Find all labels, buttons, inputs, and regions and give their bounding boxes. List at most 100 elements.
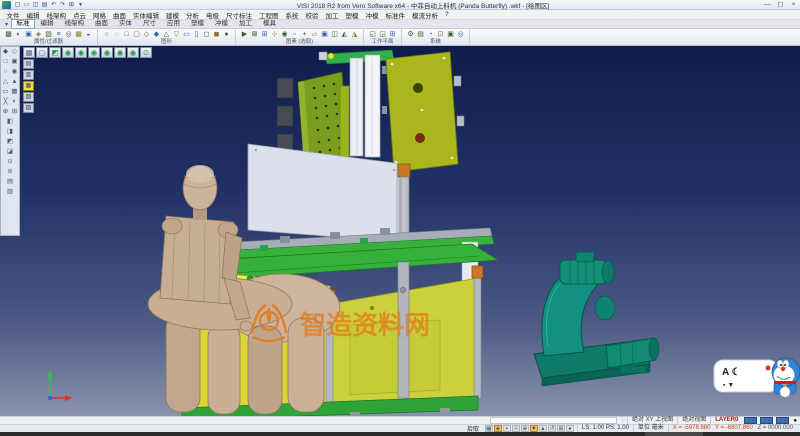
triangle-down-icon[interactable]: ▽	[172, 30, 181, 39]
mesh-icon[interactable]: ▦	[10, 87, 19, 97]
menu-item[interactable]: 校验	[302, 10, 322, 20]
qat-more-icon[interactable]: ▾	[76, 1, 85, 9]
print-icon[interactable]: ▤	[40, 1, 49, 9]
half-up-icon[interactable]: ◭	[340, 30, 349, 39]
half-shade-icon[interactable]: ◐	[10, 97, 19, 107]
layer-color-swatch-3[interactable]	[776, 417, 789, 424]
solid-tri-icon[interactable]: ▲	[10, 77, 19, 87]
view-indicator[interactable]: 绝对视图	[677, 417, 710, 424]
toolbar-tab[interactable]: 应用	[162, 19, 186, 29]
view-plain-button[interactable]: ◻	[36, 47, 48, 58]
undo-icon[interactable]: ↶	[49, 1, 58, 9]
menu-item[interactable]: 加工	[322, 10, 342, 20]
half-down-icon[interactable]: ◮	[350, 30, 359, 39]
snap-center-icon[interactable]: ⊕	[521, 425, 529, 432]
maximize-button[interactable]: ▢	[774, 0, 787, 9]
corner-tl-icon[interactable]: ◩	[6, 137, 15, 147]
half-right-icon[interactable]: ◨	[6, 127, 15, 137]
clock-icon[interactable]: ◔	[426, 30, 435, 39]
add-point-icon[interactable]: ⊕	[1, 107, 10, 117]
side-layer-button[interactable]: ▤	[23, 59, 34, 69]
command-input[interactable]	[490, 417, 617, 424]
small-box-icon[interactable]: ▫	[290, 30, 299, 39]
side-hatch-button[interactable]: ▧	[23, 92, 34, 102]
rounded-rect-icon[interactable]: ▢	[132, 30, 141, 39]
snap-point-icon[interactable]: ⊹	[512, 425, 520, 432]
menu-item[interactable]: 线架构	[43, 10, 70, 20]
menu-item[interactable]: 文件	[3, 10, 23, 20]
menu-item[interactable]: 模流分析	[409, 10, 442, 20]
menu-item[interactable]: 建模	[163, 10, 183, 20]
filled-square-icon[interactable]: ◼	[212, 30, 221, 39]
screen-icon[interactable]: ▣	[446, 30, 455, 39]
search-icon[interactable]: ◌	[619, 418, 627, 424]
menu-item[interactable]: ?	[442, 11, 453, 18]
erase-icon[interactable]: ╳	[1, 97, 10, 107]
slot-icon[interactable]: ▭	[182, 30, 191, 39]
cross-icon[interactable]: +	[300, 30, 309, 39]
tab-dropdown-icon[interactable]: ▾	[2, 21, 11, 28]
menu-item[interactable]: 网格	[90, 10, 110, 20]
menu-item[interactable]: 塑模	[342, 10, 362, 20]
view-front-button[interactable]: ◉	[62, 47, 74, 58]
view-iso-button[interactable]: ◉	[127, 47, 139, 58]
target-icon[interactable]: ◎	[456, 30, 465, 39]
save-icon[interactable]: ◫	[31, 1, 40, 9]
snap-dot-icon[interactable]: ●	[566, 425, 574, 432]
snap-rotate-icon[interactable]: ↺	[548, 425, 556, 432]
exclude-icon[interactable]: ⊘	[6, 167, 15, 177]
menu-item[interactable]: 点云	[70, 10, 90, 20]
tri-tool-icon[interactable]: △	[1, 77, 10, 87]
menu-item[interactable]: 标准件	[382, 10, 409, 20]
rows-icon[interactable]: ▤	[6, 177, 15, 187]
side-shade-button[interactable]: ▨	[23, 103, 34, 113]
snap-up-icon[interactable]: ▲	[539, 425, 547, 432]
attribute-icon[interactable]: ▩	[4, 30, 13, 39]
point-tool-icon[interactable]: ◉	[10, 67, 19, 77]
add-select-icon[interactable]: ⊞	[260, 30, 269, 39]
grid-filter-icon[interactable]: ▦	[74, 30, 83, 39]
entity-icon[interactable]: ◉	[280, 30, 289, 39]
style-icon[interactable]: ◈	[34, 30, 43, 39]
toolbar-tab[interactable]: 加工	[234, 19, 258, 29]
settings-icon[interactable]: ⚙	[406, 30, 415, 39]
snap-plane-icon[interactable]: ⊞	[557, 425, 565, 432]
status-circle-icon[interactable]: ●	[793, 418, 797, 424]
shade-filter-icon[interactable]: ◒	[84, 30, 93, 39]
grid-add-icon[interactable]: ⊞	[10, 107, 19, 117]
toolbar-tab[interactable]: 线架构	[59, 19, 90, 29]
layer-icon[interactable]: ▣	[24, 30, 33, 39]
half-left-icon[interactable]: ◧	[6, 117, 15, 127]
units-label[interactable]: 单位 毫米	[633, 425, 668, 432]
menu-item[interactable]: 尺寸标注	[223, 10, 256, 20]
workplane-indicator[interactable]: 绝对 XY 上视图	[627, 417, 677, 424]
toolbar-tab[interactable]: 塑模	[186, 19, 210, 29]
view-top-button[interactable]: ◉	[114, 47, 126, 58]
menu-item[interactable]: 冲模	[362, 10, 382, 20]
layer-color-swatch-2[interactable]	[760, 417, 773, 424]
view-back-button[interactable]: ◉	[75, 47, 87, 58]
toolbar-tab[interactable]: 曲面	[90, 19, 114, 29]
minimize-button[interactable]: —	[761, 0, 774, 9]
view-shade-button[interactable]: ◩	[49, 47, 61, 58]
box-icon[interactable]: □	[1, 57, 10, 67]
hatch-icon[interactable]: ▨	[44, 30, 53, 39]
view-right-button[interactable]: ◉	[101, 47, 113, 58]
view-rotate-button[interactable]: ⊙	[140, 47, 152, 58]
workplane-xy-icon[interactable]: ◱	[368, 30, 377, 39]
close-button[interactable]: ×	[787, 0, 800, 9]
toolbar-tab[interactable]: 模具	[258, 19, 282, 29]
point-icon[interactable]: ●	[222, 30, 231, 39]
wire-icon[interactable]: ◇	[10, 47, 19, 57]
cols-icon[interactable]: ▥	[6, 187, 15, 197]
toolbar-tab[interactable]: 尺寸	[138, 19, 162, 29]
layer-indicator[interactable]: LAYER0	[710, 417, 742, 424]
delete-icon[interactable]: ⊠	[250, 30, 259, 39]
snap-grid-icon[interactable]: ▦	[485, 425, 493, 432]
arc-icon[interactable]: ◌	[112, 30, 121, 39]
circle-tool-icon[interactable]: ○	[1, 67, 10, 77]
select-icon[interactable]: ▶	[240, 30, 249, 39]
snap-down-icon[interactable]: ▼	[530, 425, 538, 432]
bar-icon[interactable]: ▯	[192, 30, 201, 39]
color-icon[interactable]: ◐	[14, 30, 23, 39]
